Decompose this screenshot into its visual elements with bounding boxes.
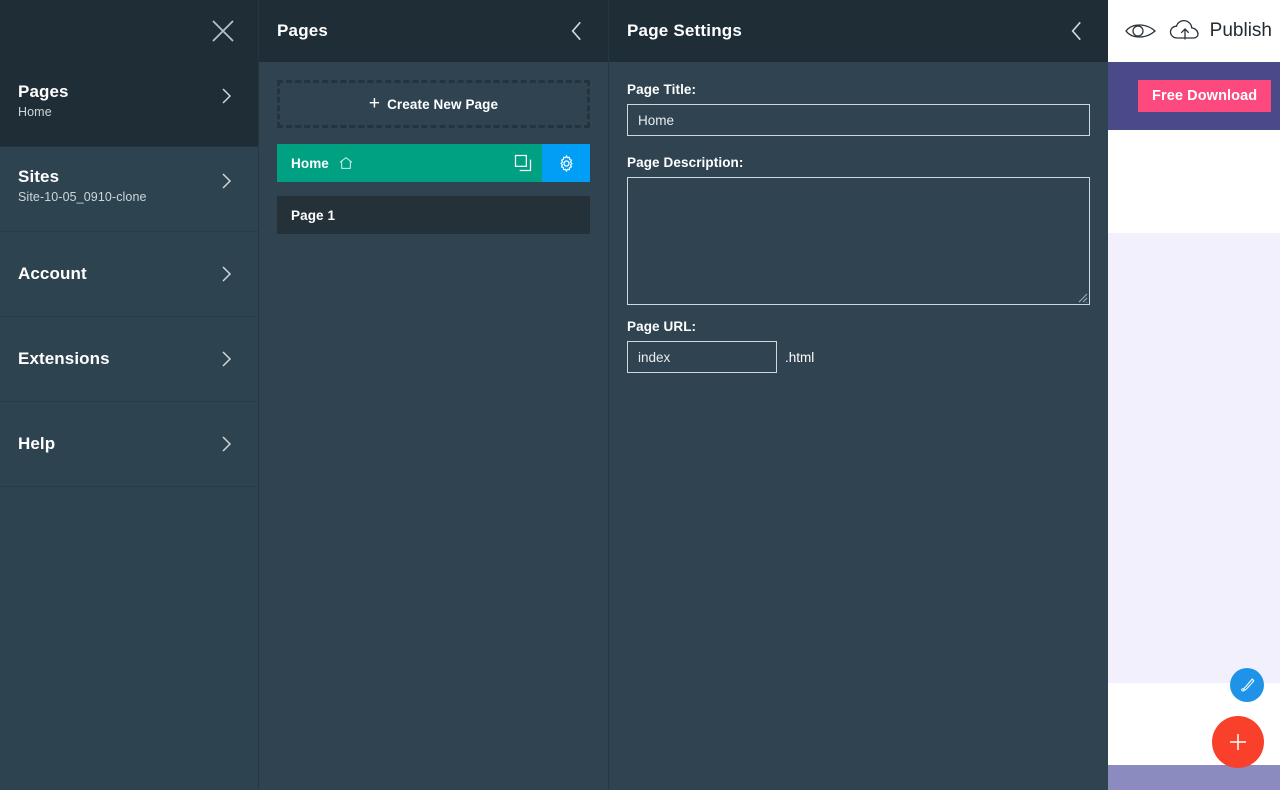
page-item-label-wrap: Home: [277, 144, 504, 182]
page-list-item-home[interactable]: Home: [277, 144, 590, 182]
builder-app: Pages Home Sites Site-10-05_0910-clone A…: [0, 0, 1280, 790]
page-settings-panel: Page Settings Page Title: Page Descripti…: [608, 0, 1108, 790]
pages-panel: Pages + Create New Page Home Page 1: [258, 0, 608, 790]
page-item-label: Home: [291, 155, 329, 171]
page-url-input[interactable]: [627, 341, 777, 373]
sidebar-item-sites[interactable]: Sites Site-10-05_0910-clone: [0, 147, 258, 232]
sidebar-item-extensions[interactable]: Extensions: [0, 317, 258, 402]
home-icon: [339, 157, 353, 169]
sidebar-item-title: Sites: [18, 167, 60, 186]
sidebar-item-pages[interactable]: Pages Home: [0, 62, 258, 147]
preview-hero-banner: Free Download: [1108, 62, 1280, 130]
create-new-page-label: Create New Page: [387, 96, 499, 112]
page-url-extension: .html: [785, 349, 815, 365]
site-preview: Publish Free Download: [1108, 0, 1280, 790]
gear-icon: [559, 154, 573, 172]
page-settings-body: Page Title: Page Description: Page URL: …: [609, 62, 1108, 373]
page-settings-title: Page Settings: [627, 21, 743, 40]
page-url-label: Page URL:: [627, 319, 697, 334]
duplicate-page-button[interactable]: [504, 144, 542, 182]
chevron-left-icon[interactable]: [564, 18, 590, 44]
preview-footer: [1108, 765, 1280, 790]
page-description-wrapper: [627, 177, 1090, 305]
page-settings-button[interactable]: [542, 144, 590, 182]
main-sidebar: Pages Home Sites Site-10-05_0910-clone A…: [0, 0, 258, 790]
create-new-page-button[interactable]: + Create New Page: [277, 80, 590, 128]
sidebar-header: [0, 0, 258, 62]
edit-design-fab[interactable]: [1230, 668, 1264, 702]
cloud-upload-icon: [1169, 19, 1199, 40]
chevron-right-icon: [222, 351, 232, 367]
page-description-label: Page Description:: [627, 155, 744, 170]
pages-panel-header: Pages: [259, 0, 608, 62]
sidebar-item-help[interactable]: Help: [0, 402, 258, 487]
page-item-label-wrap: Page 1: [277, 196, 590, 234]
chevron-right-icon: [222, 88, 232, 104]
eye-icon[interactable]: [1124, 20, 1159, 42]
close-icon[interactable]: [208, 16, 238, 46]
sidebar-item-account[interactable]: Account: [0, 232, 258, 317]
chevron-left-icon[interactable]: [1064, 18, 1090, 44]
page-list-item-page1[interactable]: Page 1: [277, 196, 590, 234]
preview-section-lavender: [1108, 233, 1280, 683]
preview-section-white: [1108, 130, 1280, 233]
plus-icon: [1230, 734, 1246, 750]
sidebar-item-title: Extensions: [18, 349, 110, 368]
plus-icon: +: [368, 92, 381, 114]
publish-label: Publish: [1209, 20, 1272, 41]
preview-toolbar: Publish: [1108, 0, 1280, 62]
add-block-fab[interactable]: [1212, 716, 1264, 768]
pages-panel-body: + Create New Page Home Page 1: [259, 62, 608, 252]
sidebar-item-title: Account: [18, 264, 87, 283]
sidebar-item-title: Help: [18, 434, 56, 453]
free-download-button[interactable]: Free Download: [1138, 80, 1272, 112]
page-description-input[interactable]: [627, 177, 1090, 305]
pages-panel-title: Pages: [277, 21, 329, 40]
page-settings-header: Page Settings: [609, 0, 1108, 62]
chevron-right-icon: [222, 266, 232, 282]
page-item-label: Page 1: [291, 207, 336, 223]
chevron-right-icon: [222, 173, 232, 189]
duplicate-icon: [514, 154, 532, 172]
sidebar-item-subtitle: Home: [18, 105, 52, 119]
page-title-input[interactable]: [627, 104, 1090, 136]
page-url-row: .html: [627, 341, 1090, 373]
chevron-right-icon: [222, 436, 232, 452]
publish-button[interactable]: Publish: [1169, 19, 1272, 43]
sidebar-item-title: Pages: [18, 82, 69, 101]
sidebar-item-subtitle: Site-10-05_0910-clone: [18, 190, 147, 204]
page-title-label: Page Title:: [627, 82, 697, 97]
brush-icon: [1241, 678, 1255, 692]
